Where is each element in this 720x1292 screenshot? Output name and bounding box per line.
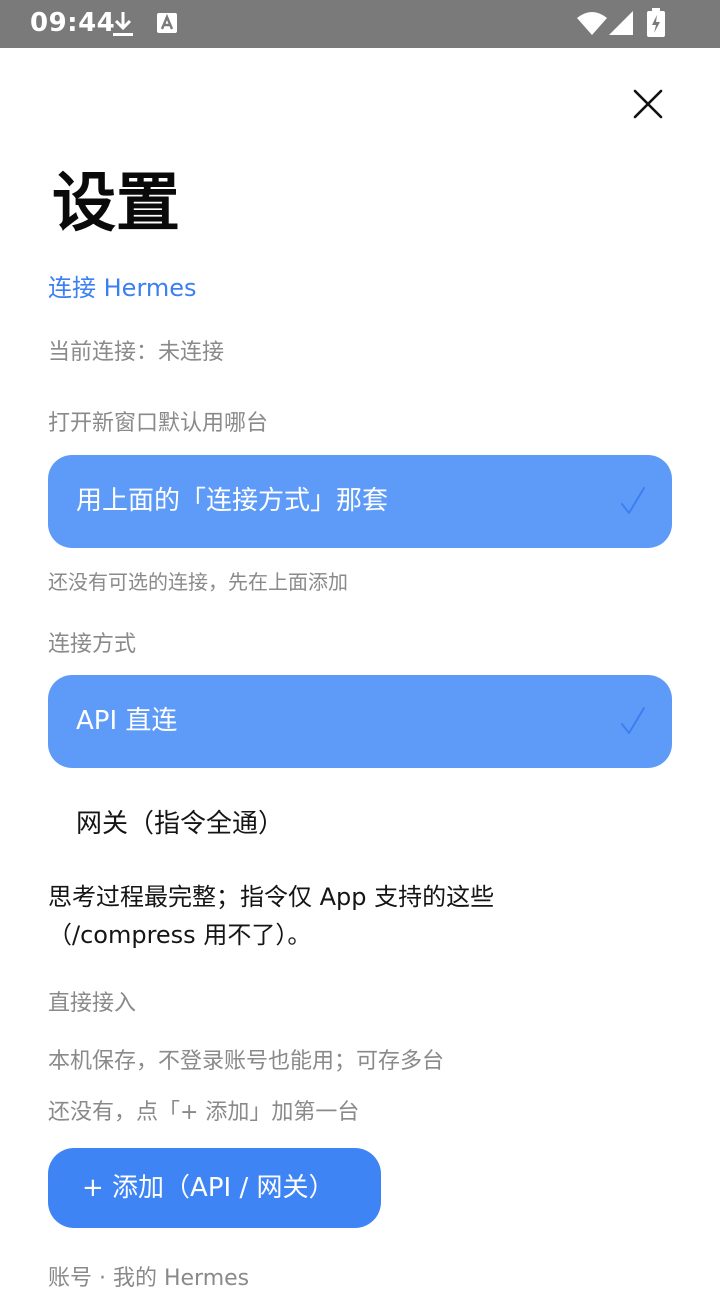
option-gateway[interactable]: 网关（指令全通） — [48, 786, 672, 862]
default-window-option-label: 用上面的「连接方式」那套 — [76, 486, 389, 516]
check-icon — [620, 706, 646, 740]
option-api-direct-label: API 直连 — [76, 706, 178, 736]
close-icon — [633, 89, 663, 119]
option-gateway-label: 网关（指令全通） — [76, 809, 285, 839]
section-connect-hermes: 连接 Hermes — [48, 274, 197, 302]
direct-access-description: 本机保存，不登录账号也能用；可存多台 — [48, 1049, 445, 1074]
signal-icon — [608, 10, 634, 40]
page-title: 设置 — [52, 167, 180, 241]
close-button[interactable] — [624, 80, 672, 128]
option-api-direct[interactable]: API 直连 — [48, 675, 672, 768]
default-window-hint: 还没有可选的连接，先在上面添加 — [48, 570, 348, 594]
default-window-option[interactable]: 用上面的「连接方式」那套 — [48, 455, 672, 548]
status-time: 09:44 — [30, 8, 116, 38]
account-line: 账号 · 我的 Hermes — [48, 1266, 250, 1291]
add-connection-button[interactable]: + 添加（API / 网关） — [48, 1148, 381, 1228]
direct-access-label: 直接接入 — [48, 991, 137, 1016]
connection-method-label: 连接方式 — [48, 632, 137, 657]
check-icon — [620, 486, 646, 520]
current-connection-status: 当前连接：未连接 — [48, 340, 225, 365]
download-icon — [112, 10, 134, 42]
wifi-icon — [576, 10, 608, 40]
battery-charging-icon — [646, 8, 666, 42]
text-a-icon — [156, 12, 178, 38]
connection-method-description: 思考过程最完整；指令仅 App 支持的这些（/compress 用不了）。 — [48, 883, 495, 949]
direct-access-empty-hint: 还没有，点「+ 添加」加第一台 — [48, 1100, 360, 1125]
default-window-label: 打开新窗口默认用哪台 — [48, 411, 269, 436]
status-bar: 09:44 — [0, 0, 720, 48]
